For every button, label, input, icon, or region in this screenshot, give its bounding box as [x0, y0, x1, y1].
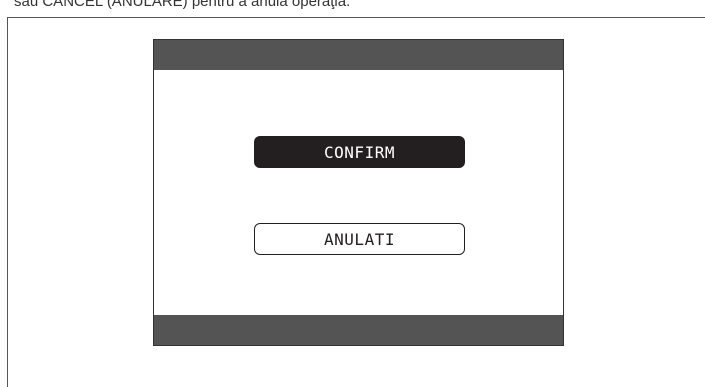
device-screen: CONFIRM ANULATI [153, 39, 564, 346]
screen-top-bar [154, 40, 563, 70]
cancel-button[interactable]: ANULATI [254, 223, 465, 255]
confirm-button[interactable]: CONFIRM [254, 136, 465, 168]
screen-bottom-bar [154, 315, 563, 345]
instruction-caption: sau CANCEL (ANULARE) pentru a anula oper… [14, 0, 351, 10]
